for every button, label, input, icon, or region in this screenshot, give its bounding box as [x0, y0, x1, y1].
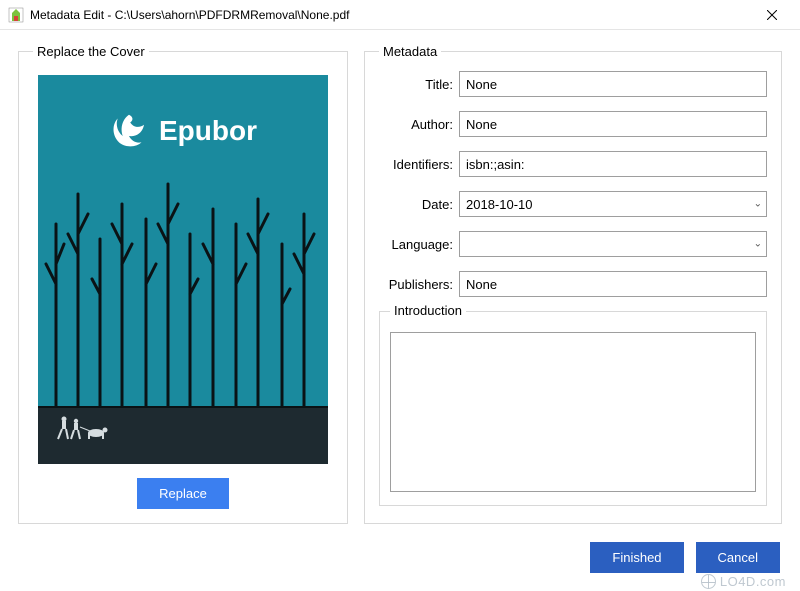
cover-brand-text: Epubor: [159, 115, 257, 147]
title-field[interactable]: [459, 71, 767, 97]
metadata-groupbox: Metadata Title: Author: Identifiers: Dat…: [364, 44, 782, 524]
titlebar: Metadata Edit - C:\Users\ahorn\PDFDRMRem…: [0, 0, 800, 30]
watermark-text: LO4D.com: [720, 574, 786, 589]
globe-icon: [701, 574, 716, 589]
cover-legend: Replace the Cover: [33, 44, 149, 59]
cover-walker-icon: [56, 415, 112, 444]
cover-groupbox: Replace the Cover Epubor: [18, 44, 348, 524]
author-field[interactable]: [459, 111, 767, 137]
cover-trees: [38, 164, 328, 424]
publishers-field[interactable]: [459, 271, 767, 297]
language-combo[interactable]: ⌄: [459, 231, 767, 257]
cancel-button[interactable]: Cancel: [696, 542, 780, 573]
cover-image: Epubor: [38, 75, 328, 464]
epubor-bird-icon: [109, 111, 149, 151]
identifiers-field[interactable]: [459, 151, 767, 177]
footer-buttons: Finished Cancel: [590, 542, 780, 573]
date-label: Date:: [379, 197, 459, 212]
date-combo[interactable]: 2018-10-10 ⌄: [459, 191, 767, 217]
introduction-groupbox: Introduction: [379, 311, 767, 506]
introduction-textarea[interactable]: [390, 332, 756, 492]
finished-button[interactable]: Finished: [590, 542, 683, 573]
date-value: 2018-10-10: [466, 197, 760, 212]
window-title: Metadata Edit - C:\Users\ahorn\PDFDRMRem…: [30, 8, 752, 22]
watermark: LO4D.com: [701, 574, 786, 589]
replace-button[interactable]: Replace: [137, 478, 229, 509]
language-label: Language:: [379, 237, 459, 252]
introduction-label: Introduction: [390, 303, 466, 318]
app-icon: [8, 7, 24, 23]
chevron-down-icon: ⌄: [754, 239, 762, 250]
close-button[interactable]: [752, 1, 792, 29]
metadata-legend: Metadata: [379, 44, 441, 59]
title-label: Title:: [379, 77, 459, 92]
publishers-label: Publishers:: [379, 277, 459, 292]
author-label: Author:: [379, 117, 459, 132]
chevron-down-icon: ⌄: [754, 199, 762, 210]
identifiers-label: Identifiers:: [379, 157, 459, 172]
